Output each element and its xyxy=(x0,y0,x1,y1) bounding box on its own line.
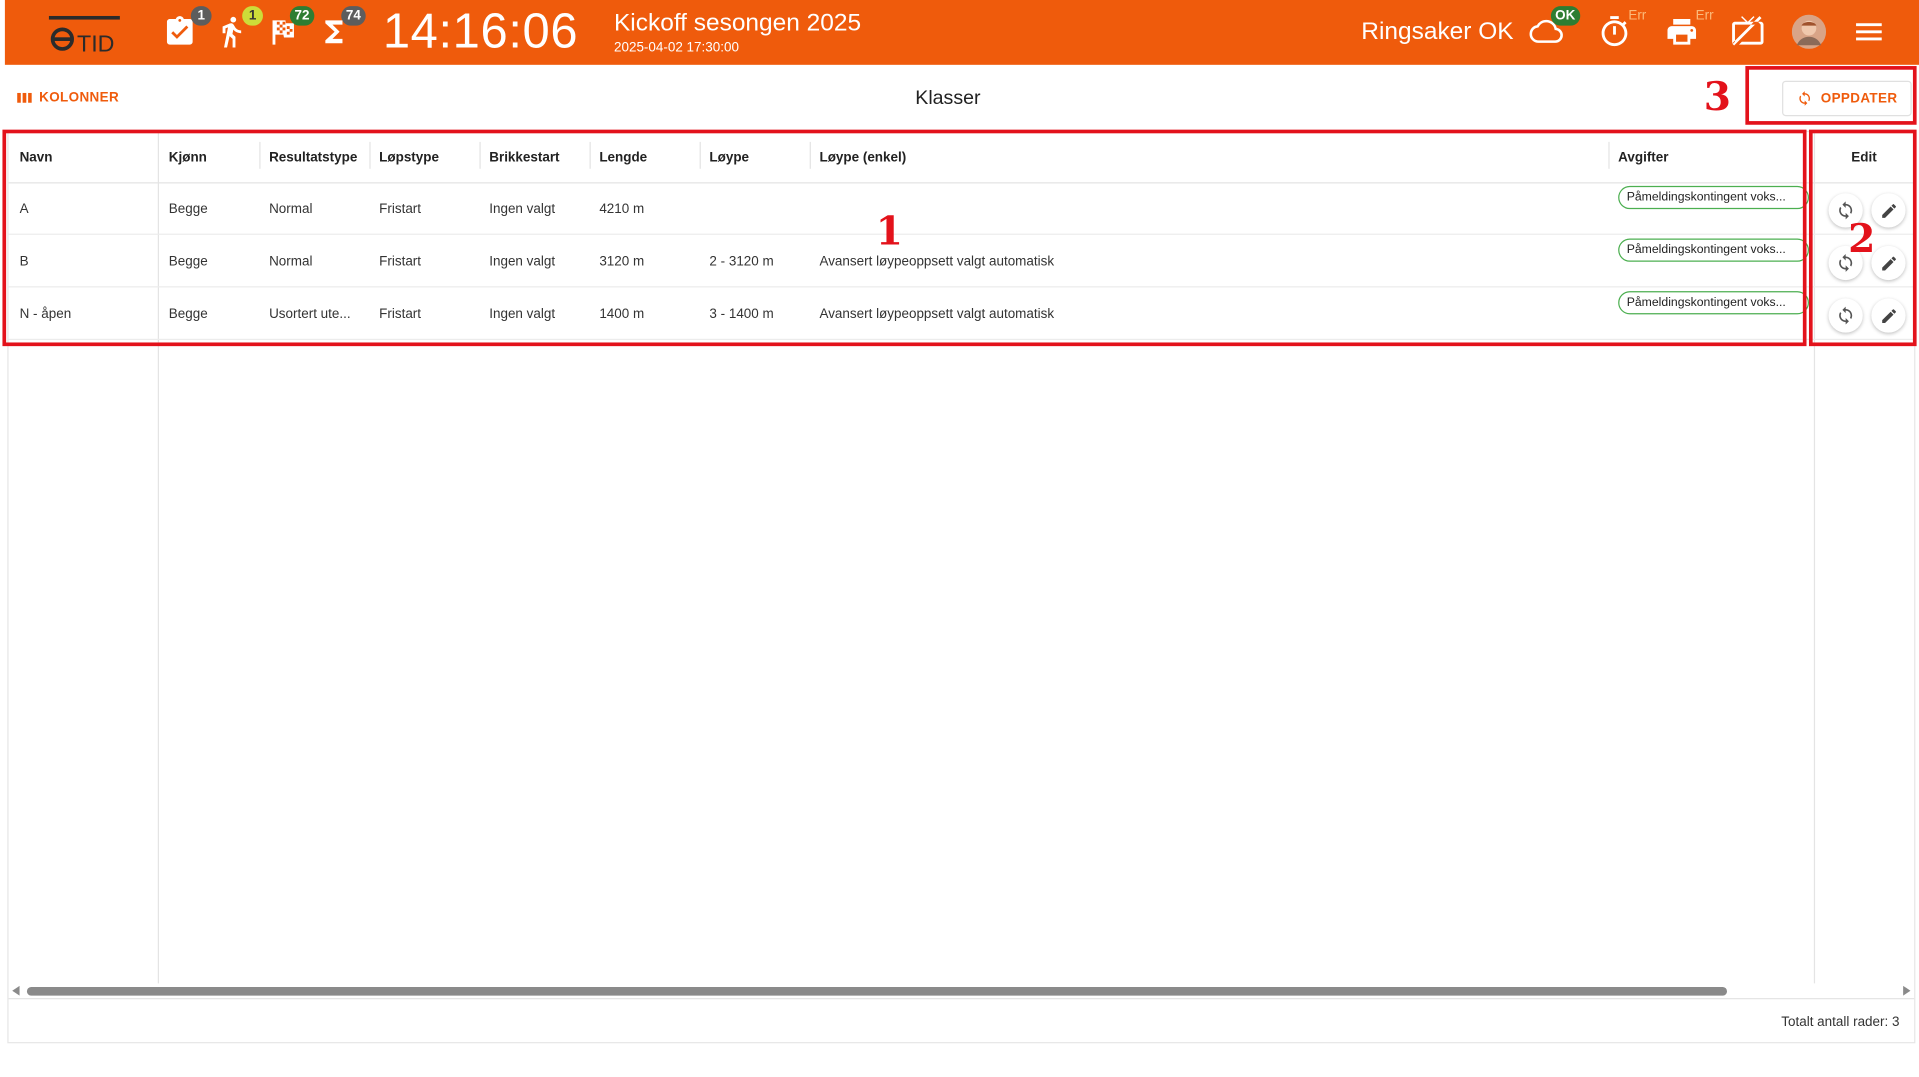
club-name: Ringsaker OK xyxy=(1361,18,1514,46)
sync-button[interactable] xyxy=(1828,298,1863,333)
cell-brikkestart[interactable]: Ingen valgt xyxy=(479,236,589,287)
cell-loype-enkel[interactable] xyxy=(810,183,1605,234)
cell-lengde[interactable]: 1400 m xyxy=(590,289,700,340)
cell-resultatstype[interactable]: Usortert ute... xyxy=(259,289,364,340)
finished-badge: 72 xyxy=(289,6,315,26)
grid-footer: Totalt antall rader: 3 xyxy=(8,998,1915,1042)
cell-lengde[interactable]: 4210 m xyxy=(590,183,700,234)
pencil-icon xyxy=(1881,256,1896,270)
cell-loype-enkel[interactable]: Avansert løypeoppsett valgt automatisk xyxy=(810,289,1605,340)
edit-button[interactable] xyxy=(1871,298,1906,333)
grid-header: Navn Kjønn Resultatstype Løpstype Brikke… xyxy=(8,132,1915,184)
header-lengde[interactable]: Lengde xyxy=(590,142,647,174)
header-resultatstype[interactable]: Resultatstype xyxy=(259,142,357,174)
edit-button[interactable] xyxy=(1871,193,1906,228)
cell-kjonn[interactable]: Begge xyxy=(159,183,259,234)
refresh-icon xyxy=(1798,91,1810,106)
pencil-icon xyxy=(1881,308,1896,323)
cell-loype[interactable] xyxy=(700,183,810,234)
header-lopstype[interactable]: Løpstype xyxy=(369,142,439,174)
printer-icon[interactable]: Err xyxy=(1665,9,1714,49)
fee-chip[interactable]: Påmeldingskontingent voks... xyxy=(1618,185,1809,210)
cell-loype-enkel[interactable]: Avansert løypeoppsett valgt automatisk xyxy=(810,236,1605,287)
table-row[interactable]: A Begge Normal Fristart Ingen valgt 4210… xyxy=(8,183,1915,235)
cell-loype[interactable]: 2 - 3120 m xyxy=(700,236,810,287)
print-error-badge: Err xyxy=(1695,8,1714,24)
scrollbar-thumb[interactable] xyxy=(26,987,1728,996)
sync-icon xyxy=(1839,306,1853,325)
columns-button[interactable]: KOLONNER xyxy=(17,90,120,106)
fee-chip[interactable]: Påmeldingskontingent voks... xyxy=(1618,291,1809,315)
cell-brikkestart[interactable]: Ingen valgt xyxy=(479,289,589,340)
runner-icon[interactable]: 1 xyxy=(214,6,263,49)
header-brikkestart[interactable]: Brikkestart xyxy=(479,142,559,174)
classes-grid: Navn Kjønn Resultatstype Løpstype Brikke… xyxy=(7,130,1916,1044)
cell-navn[interactable]: A xyxy=(10,183,157,234)
cell-navn[interactable]: N - åpen xyxy=(10,289,157,340)
columns-icon xyxy=(17,92,32,103)
horizontal-scrollbar[interactable] xyxy=(9,983,1915,998)
header-kjonn[interactable]: Kjønn xyxy=(159,142,207,174)
page-title: Klasser xyxy=(915,88,981,109)
annotation-number-3: 3 xyxy=(1703,73,1732,120)
finish-flag-icon[interactable]: 72 xyxy=(265,6,315,49)
menu-icon[interactable] xyxy=(1852,15,1886,49)
cloud-status-badge: OK xyxy=(1550,6,1581,26)
edit-button[interactable] xyxy=(1871,245,1906,281)
tasks-icon[interactable]: 1 xyxy=(163,6,212,49)
cell-navn[interactable]: B xyxy=(10,236,157,287)
table-row[interactable]: B Begge Normal Fristart Ingen valgt 3120… xyxy=(8,236,1915,288)
app-frame: TID 1 1 72 74 14:16:06 Kickoff sesongen … xyxy=(0,0,1919,1077)
sum-icon[interactable]: 74 xyxy=(317,6,366,49)
header-loype-enkel[interactable]: Løype (enkel) xyxy=(810,142,906,174)
clock: 14:16:06 xyxy=(382,4,579,59)
event-title: Kickoff sesongen 2025 xyxy=(613,9,862,37)
stopwatch-icon[interactable]: Err xyxy=(1597,9,1646,49)
columns-label: KOLONNER xyxy=(39,90,120,106)
total-rows: Totalt antall rader: 3 xyxy=(1781,1015,1900,1030)
tv-off-icon[interactable] xyxy=(1731,15,1765,49)
cell-lengde[interactable]: 3120 m xyxy=(590,236,700,287)
header-loype[interactable]: Løype xyxy=(700,142,749,174)
pencil-icon xyxy=(1881,203,1896,218)
otid-logo: TID xyxy=(48,15,120,53)
scroll-right-arrow[interactable] xyxy=(1903,985,1911,996)
cell-resultatstype[interactable]: Normal xyxy=(259,236,369,287)
cloud-icon[interactable]: OK xyxy=(1526,6,1581,49)
svg-text:TID: TID xyxy=(77,30,114,52)
update-label: OPPDATER xyxy=(1820,91,1898,106)
header-avgifter[interactable]: Avgifter xyxy=(1608,142,1668,174)
cell-lopstype[interactable]: Fristart xyxy=(369,183,479,234)
cell-resultatstype[interactable]: Normal xyxy=(259,183,369,234)
annotation-number-2: 2 xyxy=(1848,215,1876,262)
cell-loype[interactable]: 3 - 1400 m xyxy=(700,289,810,340)
annotation-number-1: 1 xyxy=(875,207,903,255)
timer-error-badge: Err xyxy=(1628,8,1647,24)
update-button[interactable]: OPPDATER xyxy=(1782,80,1912,117)
total-badge: 74 xyxy=(340,6,366,26)
fee-chip[interactable]: Påmeldingskontingent voks... xyxy=(1618,238,1809,262)
avatar[interactable] xyxy=(1791,14,1827,49)
runners-badge: 1 xyxy=(242,6,263,26)
table-row[interactable]: N - åpen Begge Usortert ute... Fristart … xyxy=(8,289,1915,341)
header-edit: Edit xyxy=(1851,150,1877,166)
cell-brikkestart[interactable]: Ingen valgt xyxy=(479,183,589,234)
cell-kjonn[interactable]: Begge xyxy=(159,236,259,287)
tasks-badge: 1 xyxy=(190,6,212,26)
header-navn[interactable]: Navn xyxy=(10,142,53,174)
scroll-left-arrow[interactable] xyxy=(12,985,20,996)
cell-lopstype[interactable]: Fristart xyxy=(369,236,479,287)
cell-kjonn[interactable]: Begge xyxy=(159,289,259,340)
event-date: 2025-04-02 17:30:00 xyxy=(613,40,739,56)
top-bar: TID 1 1 72 74 14:16:06 Kickoff sesongen … xyxy=(4,0,1919,65)
cell-lopstype[interactable]: Fristart xyxy=(369,289,479,340)
